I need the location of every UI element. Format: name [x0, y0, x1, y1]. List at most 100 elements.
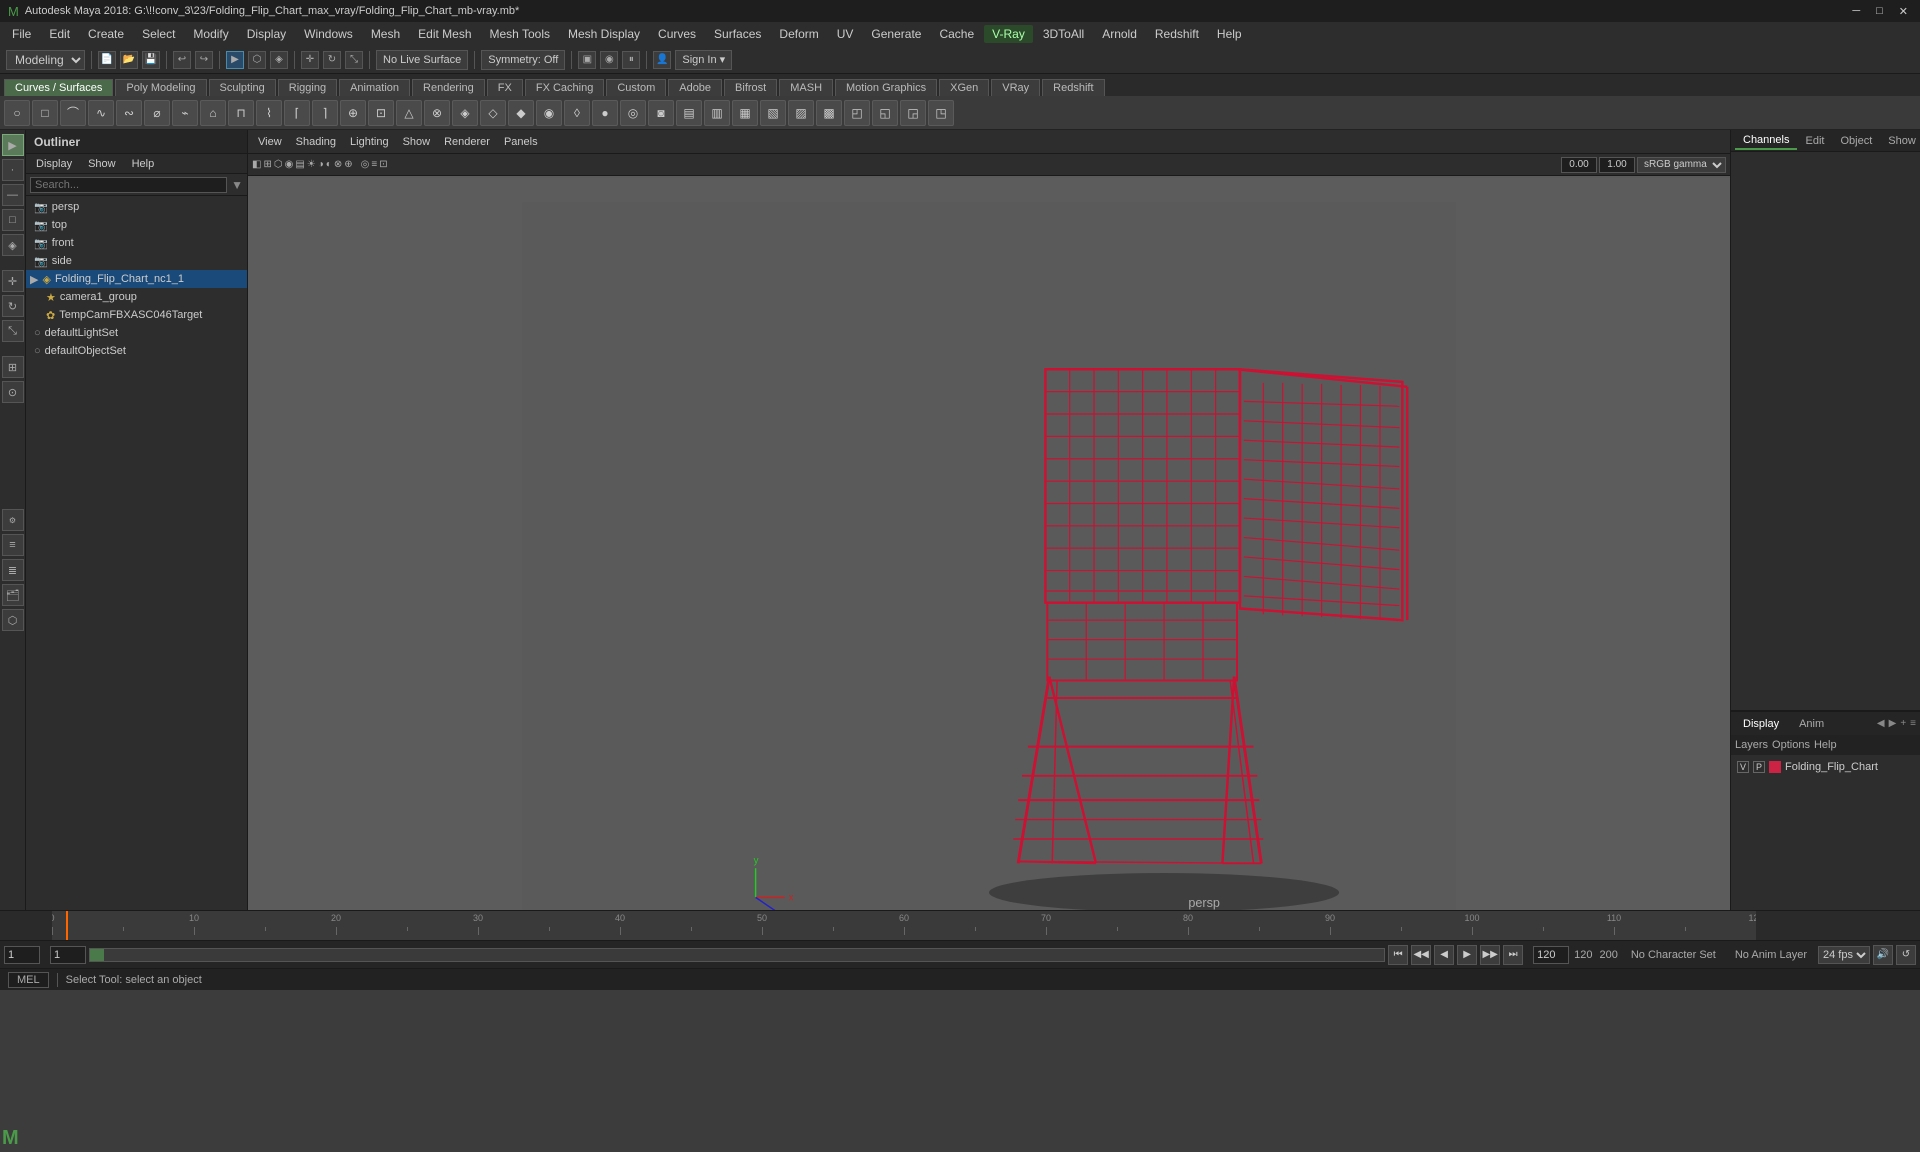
- play-back-btn[interactable]: ◀: [1434, 945, 1454, 965]
- shelf-icon-curve5[interactable]: ⌂: [200, 100, 226, 126]
- shelf-icon-curve6[interactable]: ⊓: [228, 100, 254, 126]
- redo-icon[interactable]: ↪: [195, 51, 213, 69]
- outliner-menu-display[interactable]: Display: [30, 157, 78, 171]
- pause-icon[interactable]: ⏸: [622, 51, 640, 69]
- edge-select-btn[interactable]: —: [2, 184, 24, 206]
- shelf-icon-nurbs5[interactable]: ◊: [564, 100, 590, 126]
- outliner-item-camera1-group[interactable]: ★ camera1_group: [26, 288, 247, 306]
- outliner-item-persp[interactable]: 📷 persp: [26, 198, 247, 216]
- menu-display[interactable]: Display: [239, 25, 294, 43]
- undo-icon[interactable]: ↩: [173, 51, 191, 69]
- menu-mesh[interactable]: Mesh: [363, 25, 408, 43]
- loop-btn[interactable]: ↺: [1896, 945, 1916, 965]
- layers-menu-layers[interactable]: Layers: [1735, 739, 1768, 751]
- tab-anim[interactable]: Anim: [1791, 716, 1832, 732]
- shelf-icon-torus[interactable]: ⊗: [424, 100, 450, 126]
- shelf-tab-xgen[interactable]: XGen: [939, 79, 989, 96]
- menu-vray[interactable]: V-Ray: [984, 25, 1033, 43]
- shelf-icon-curve3[interactable]: ⌀: [144, 100, 170, 126]
- gamma-input-high[interactable]: [1599, 157, 1635, 173]
- shelf-tab-adobe[interactable]: Adobe: [668, 79, 722, 96]
- attr-editor-btn[interactable]: ≣: [2, 559, 24, 581]
- select-tool-icon[interactable]: ▶: [226, 51, 244, 69]
- menu-cache[interactable]: Cache: [931, 25, 982, 43]
- menu-surfaces[interactable]: Surfaces: [706, 25, 769, 43]
- shelf-icon-cone[interactable]: △: [396, 100, 422, 126]
- shelf-icon-nurbs8[interactable]: ◙: [648, 100, 674, 126]
- ao-icon[interactable]: ◐: [326, 159, 332, 170]
- menu-uv[interactable]: UV: [829, 25, 862, 43]
- shelf-icon-curve8[interactable]: ⌈: [284, 100, 310, 126]
- menu-windows[interactable]: Windows: [296, 25, 361, 43]
- hud-icon[interactable]: ⊡: [379, 159, 387, 170]
- menu-generate[interactable]: Generate: [863, 25, 929, 43]
- viewport-menu-panels[interactable]: Panels: [498, 135, 544, 149]
- maximize-button[interactable]: □: [1872, 5, 1887, 18]
- shelf-icon-curve2[interactable]: ∾: [116, 100, 142, 126]
- tab-channels[interactable]: Channels: [1735, 132, 1797, 150]
- move-icon[interactable]: ✛: [301, 51, 319, 69]
- layers-menu-options[interactable]: Options: [1772, 739, 1810, 751]
- face-select-btn[interactable]: □: [2, 209, 24, 231]
- outliner-item-default-light-set[interactable]: ○ defaultLightSet: [26, 324, 247, 342]
- menu-select[interactable]: Select: [134, 25, 183, 43]
- current-frame-input[interactable]: [4, 946, 40, 964]
- isolate-icon[interactable]: ◎: [361, 159, 370, 170]
- dof-icon[interactable]: ⊕: [344, 159, 352, 170]
- shelf-icon-nurbs1[interactable]: ◈: [452, 100, 478, 126]
- layer-next-btn[interactable]: ▶: [1889, 718, 1897, 729]
- close-button[interactable]: ✕: [1895, 5, 1912, 18]
- wireframe-icon[interactable]: ⬡: [274, 159, 283, 170]
- shelf-icon-circle[interactable]: ○: [4, 100, 30, 126]
- shelf-tab-poly-modeling[interactable]: Poly Modeling: [115, 79, 206, 96]
- range-end-input[interactable]: [1533, 946, 1569, 964]
- outliner-search-input[interactable]: [30, 177, 227, 193]
- camera-display-icon[interactable]: ◧: [252, 159, 261, 170]
- gamma-input-low[interactable]: [1561, 157, 1597, 173]
- outliner-item-default-object-set[interactable]: ○ defaultObjectSet: [26, 342, 247, 360]
- new-scene-icon[interactable]: 📄: [98, 51, 116, 69]
- tab-show[interactable]: Show: [1880, 133, 1920, 149]
- shelf-tab-curves-surfaces[interactable]: Curves / Surfaces: [4, 79, 113, 96]
- timeline-ruler[interactable]: 0102030405060708090100110120: [52, 911, 1756, 940]
- menu-curves[interactable]: Curves: [650, 25, 704, 43]
- outliner-item-folding-chart[interactable]: ▶ ◈ Folding_Flip_Chart_nc1_1: [26, 270, 247, 288]
- gamma-profile-select[interactable]: sRGB gamma: [1637, 157, 1726, 173]
- save-scene-icon[interactable]: 💾: [142, 51, 160, 69]
- shelf-icon-sphere[interactable]: ⊕: [340, 100, 366, 126]
- open-scene-icon[interactable]: 📂: [120, 51, 138, 69]
- node-editor-btn[interactable]: ⬡: [2, 609, 24, 631]
- shelf-tab-mash[interactable]: MASH: [779, 79, 833, 96]
- menu-create[interactable]: Create: [80, 25, 132, 43]
- symmetry-button[interactable]: Symmetry: Off: [481, 50, 565, 70]
- outliner-item-front[interactable]: 📷 front: [26, 234, 247, 252]
- shelf-tab-redshift[interactable]: Redshift: [1042, 79, 1104, 96]
- snap-btn[interactable]: ⊞: [2, 356, 24, 378]
- outliner-menu-show[interactable]: Show: [82, 157, 122, 171]
- shelf-icon-deform1[interactable]: ▧: [760, 100, 786, 126]
- viewport-3d-canvas[interactable]: x y persp: [248, 178, 1730, 910]
- viewport-menu-view[interactable]: View: [252, 135, 288, 149]
- current-frame-input2[interactable]: [50, 946, 86, 964]
- channel-box-btn[interactable]: ≡: [2, 534, 24, 556]
- tool-settings-btn[interactable]: ⚙: [2, 509, 24, 531]
- viewport-menu-show[interactable]: Show: [397, 135, 437, 149]
- select-tool-btn[interactable]: ▶: [2, 134, 24, 156]
- shelf-icon-edit3[interactable]: ◲: [900, 100, 926, 126]
- play-forward-btn[interactable]: ▶: [1457, 945, 1477, 965]
- shelf-icon-edit1[interactable]: ◰: [844, 100, 870, 126]
- shelf-tab-rendering[interactable]: Rendering: [412, 79, 485, 96]
- sign-in-icon[interactable]: 👤: [653, 51, 671, 69]
- shelf-icon-arc[interactable]: ⌒: [60, 100, 86, 126]
- shelf-icon-nurbs6[interactable]: ●: [592, 100, 618, 126]
- outliner-item-top[interactable]: 📷 top: [26, 216, 247, 234]
- shelf-icon-surface1[interactable]: ▤: [676, 100, 702, 126]
- menu-mesh-tools[interactable]: Mesh Tools: [482, 25, 558, 43]
- shelf-icon-surface3[interactable]: ▦: [732, 100, 758, 126]
- move-btn[interactable]: ✛: [2, 270, 24, 292]
- menu-modify[interactable]: Modify: [185, 25, 236, 43]
- shelf-tab-motion-graphics[interactable]: Motion Graphics: [835, 79, 937, 96]
- shelf-icon-curve4[interactable]: ⌁: [172, 100, 198, 126]
- ipr-icon[interactable]: ◉: [600, 51, 618, 69]
- layers-menu-help[interactable]: Help: [1814, 739, 1837, 751]
